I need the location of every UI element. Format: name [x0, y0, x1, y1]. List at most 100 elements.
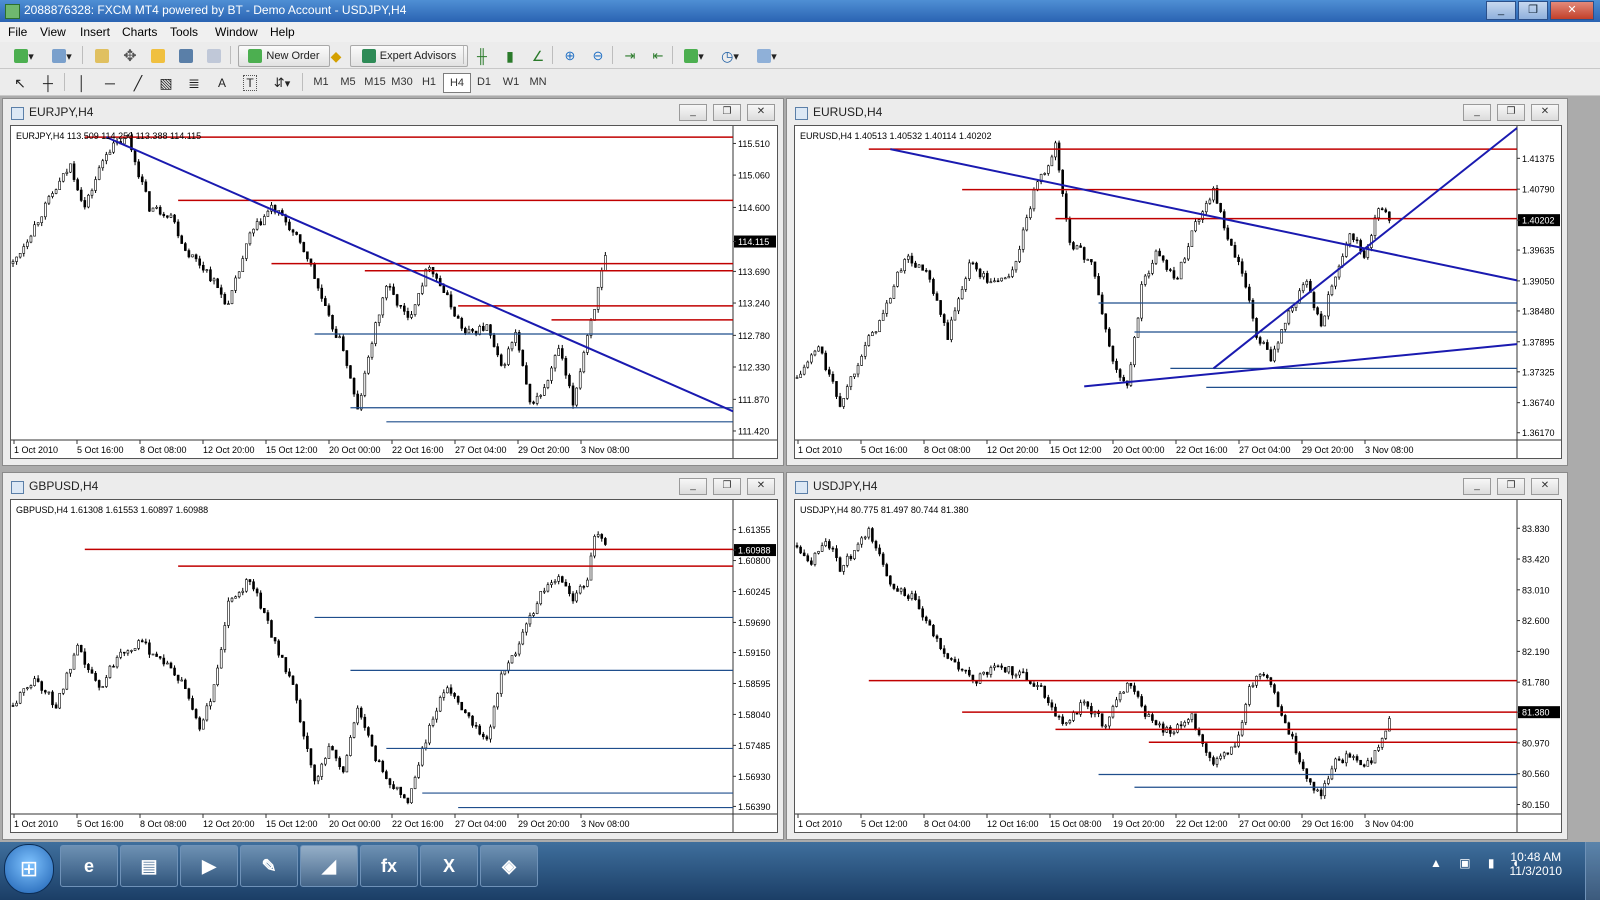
menu-file[interactable]: File [8, 25, 27, 39]
restore-button[interactable]: ❐ [1518, 1, 1548, 20]
chart-window-eurjpy[interactable]: EURJPY,H4 _ ❐ ✕ EURJPY,H4 113.509 114.25… [2, 98, 784, 466]
trendline-button[interactable]: ╱ [126, 72, 150, 94]
price-chart[interactable]: EURUSD,H4 1.40513 1.40532 1.40114 1.4020… [794, 125, 1562, 459]
timeframe-h1[interactable]: H1 [416, 73, 442, 91]
taskbar-app-excel[interactable]: X [420, 845, 478, 887]
strategy-tester-button[interactable] [202, 45, 226, 67]
chart-restore-button[interactable]: ❐ [1497, 104, 1525, 121]
chart-minimize-button[interactable]: _ [679, 104, 707, 121]
chart-restore-button[interactable]: ❐ [1497, 478, 1525, 495]
taskbar-app-explorer[interactable]: ▤ [120, 845, 178, 887]
candle-body [578, 586, 582, 594]
menu-view[interactable]: View [40, 25, 66, 39]
candle-body [985, 671, 989, 675]
timeframe-mn[interactable]: MN [525, 73, 551, 91]
chart-restore-button[interactable]: ❐ [713, 478, 741, 495]
vertical-line-button[interactable]: │ [70, 72, 94, 94]
chart-close-button[interactable]: ✕ [1531, 478, 1559, 495]
chart-minimize-button[interactable]: _ [1463, 478, 1491, 495]
timeframe-w1[interactable]: W1 [498, 73, 524, 91]
chart-shift-button[interactable]: ⇤ [646, 45, 670, 67]
timeframe-m1[interactable]: M1 [308, 73, 334, 91]
taskbar-app-fx[interactable]: fx [360, 845, 418, 887]
price-label: 1.39050 [1522, 276, 1555, 286]
taskbar-app-mt4[interactable]: ◢ [300, 845, 358, 887]
taskbar-app-media-player[interactable]: ▶ [180, 845, 238, 887]
crosshair-button[interactable]: ┼ [36, 72, 60, 94]
chart-close-button[interactable]: ✕ [747, 104, 775, 121]
new-chart-button[interactable]: ▾ [8, 45, 40, 67]
profiles-button[interactable]: ▾ [46, 45, 78, 67]
price-label: 1.56930 [738, 772, 771, 782]
horizontal-line-button[interactable]: ─ [98, 72, 122, 94]
chart-minimize-button[interactable]: _ [679, 478, 707, 495]
menu-help[interactable]: Help [270, 25, 295, 39]
chart-window-usdjpy[interactable]: USDJPY,H4 _ ❐ ✕ USDJPY,H4 80.775 81.497 … [786, 472, 1568, 840]
timeframe-m30[interactable]: M30 [389, 73, 415, 91]
price-chart[interactable]: USDJPY,H4 80.775 81.497 80.744 81.380 83… [794, 499, 1562, 833]
auto-scroll-button[interactable]: ⇥ [618, 45, 642, 67]
autotrading-warning-button[interactable]: ◆ [324, 45, 348, 67]
candlesticks-button[interactable]: ▮ [498, 45, 522, 67]
candle-body [173, 214, 176, 223]
market-watch-button[interactable] [90, 45, 114, 67]
new-order-button[interactable]: New Order [238, 45, 330, 67]
candle-body [1043, 173, 1047, 175]
timeframe-h4[interactable]: H4 [443, 73, 471, 93]
chart-restore-button[interactable]: ❐ [713, 104, 741, 121]
start-button[interactable]: ⊞ [4, 844, 54, 894]
menu-tools[interactable]: Tools [170, 25, 198, 39]
candle-body [1291, 307, 1294, 312]
chart-window-gbpusd[interactable]: GBPUSD,H4 _ ❐ ✕ GBPUSD,H4 1.61308 1.6155… [2, 472, 784, 840]
candle-body [578, 371, 582, 389]
menu-charts[interactable]: Charts [122, 25, 157, 39]
line-chart-button[interactable]: ∠ [526, 45, 550, 67]
menu-insert[interactable]: Insert [80, 25, 110, 39]
timeframe-m15[interactable]: M15 [362, 73, 388, 91]
candle-body [831, 373, 835, 382]
cursor-button[interactable]: ↖ [8, 72, 32, 94]
time-label: 20 Oct 00:00 [329, 819, 381, 829]
candle-body [953, 659, 957, 663]
chart-close-button[interactable]: ✕ [1531, 104, 1559, 121]
data-window-button[interactable]: ✥ [118, 45, 142, 67]
chart-close-button[interactable]: ✕ [747, 478, 775, 495]
navigator-button[interactable] [146, 45, 170, 67]
zoom-out-button[interactable]: ⊖ [586, 45, 610, 67]
close-button[interactable]: ✕ [1550, 1, 1594, 20]
candle-body [302, 242, 306, 253]
taskbar-app-paint[interactable]: ✎ [240, 845, 298, 887]
taskbar-app-other[interactable]: ◈ [480, 845, 538, 887]
zoom-in-button[interactable]: ⊕ [558, 45, 582, 67]
minimize-button[interactable]: _ [1486, 1, 1516, 20]
candle-body [227, 600, 230, 626]
show-desktop-button[interactable] [1585, 842, 1600, 900]
terminal-button[interactable] [174, 45, 198, 67]
templates-button[interactable]: ▾ [750, 45, 784, 67]
periods-button[interactable]: ◷ ▾ [714, 45, 746, 67]
timeframe-d1[interactable]: D1 [471, 73, 497, 91]
chart-window-eurusd[interactable]: EURUSD,H4 _ ❐ ✕ EURUSD,H4 1.40513 1.4053… [786, 98, 1568, 466]
price-label: 113.240 [738, 299, 770, 309]
text-label-button[interactable]: T [238, 72, 262, 94]
price-chart[interactable]: EURJPY,H4 113.509 114.250 113.388 114.11… [10, 125, 778, 459]
clock[interactable]: 10:48 AM 11/3/2010 [1510, 850, 1563, 878]
arrows-button[interactable]: ⇵ ▾ [266, 72, 298, 94]
indicators-button[interactable]: ▾ [678, 45, 710, 67]
equidistant-channel-button[interactable]: ▧ [154, 72, 178, 94]
bar-chart-button[interactable]: ╫ [470, 45, 494, 67]
fibonacci-button[interactable]: ≣ [182, 72, 206, 94]
expert-advisors-button[interactable]: Expert Advisors [350, 45, 468, 67]
text-label-icon: T [243, 75, 257, 91]
menu-window[interactable]: Window [215, 25, 258, 39]
candle-body [499, 354, 503, 366]
candle-body [1003, 667, 1007, 673]
price-chart[interactable]: GBPUSD,H4 1.61308 1.61553 1.60897 1.6098… [10, 499, 778, 833]
timeframe-m5[interactable]: M5 [335, 73, 361, 91]
chart-minimize-button[interactable]: _ [1463, 104, 1491, 121]
chart-header: EURUSD,H4 _ ❐ ✕ [787, 99, 1567, 125]
text-button[interactable]: A [210, 72, 234, 94]
taskbar-app-ie[interactable]: e [60, 845, 118, 887]
candle-body [1176, 724, 1179, 733]
candle-body [1377, 747, 1380, 751]
